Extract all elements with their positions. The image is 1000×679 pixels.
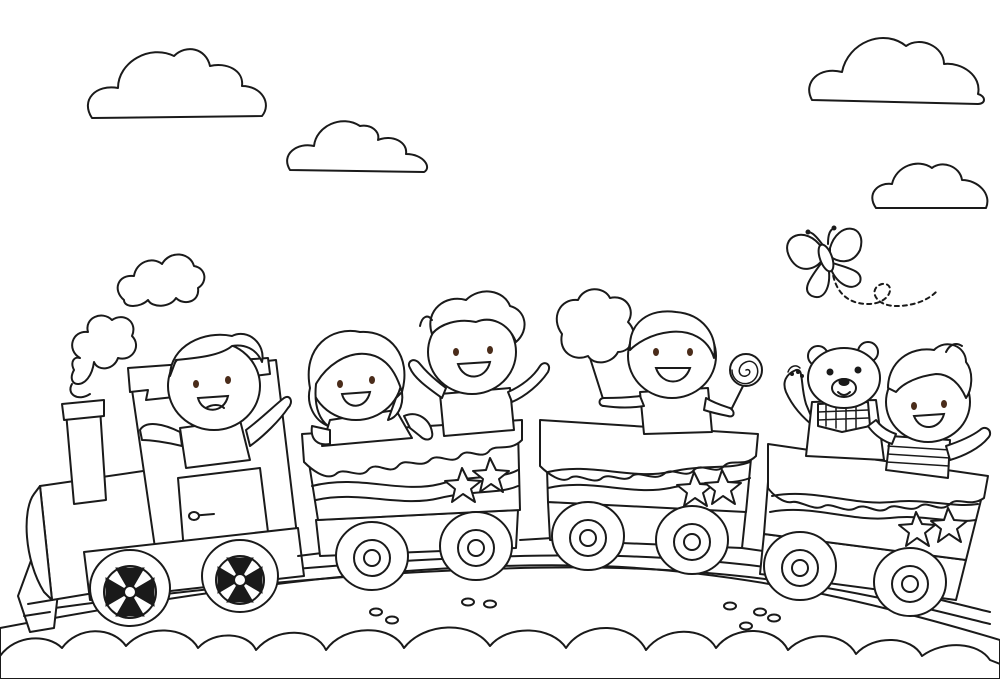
kid-boy-waving-car1	[408, 290, 550, 437]
coloring-page-train-scene	[0, 37, 1000, 679]
kid-boy-car3	[867, 343, 992, 479]
coupling-2	[519, 537, 553, 541]
kid-cotton-candy-lollipop	[555, 288, 763, 435]
butterfly	[786, 225, 937, 308]
cloud-top-right	[808, 37, 985, 105]
cloud-mid-right	[871, 162, 989, 209]
cotton-candy	[555, 288, 635, 403]
train-car-3	[759, 443, 989, 617]
train-car-2	[539, 419, 759, 575]
cloud-top-middle	[286, 120, 429, 173]
teddy-bear	[783, 341, 885, 461]
cloud-top-left	[86, 48, 267, 119]
train-engine	[17, 357, 305, 633]
kid-girl-car1	[307, 330, 434, 447]
lollipop	[729, 353, 763, 413]
